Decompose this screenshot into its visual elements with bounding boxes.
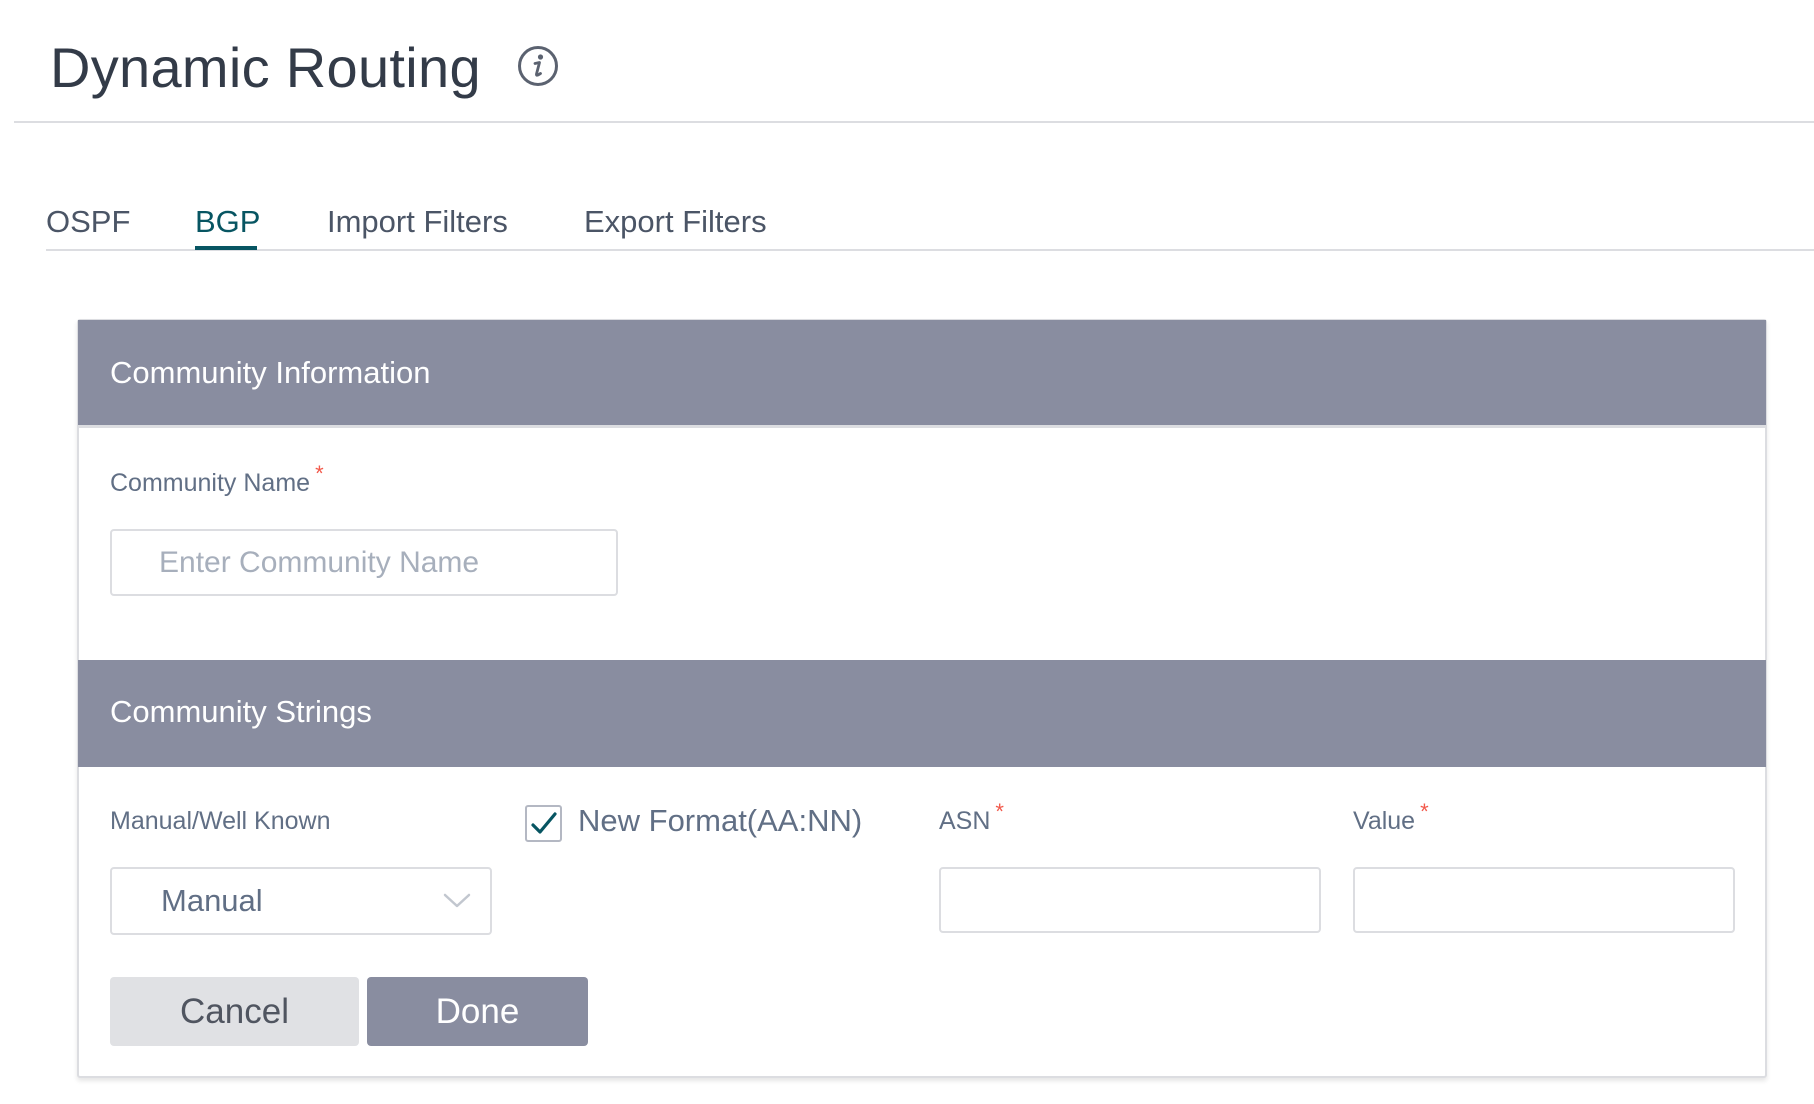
- required-marker: *: [315, 461, 324, 486]
- info-circle-icon[interactable]: [517, 45, 559, 87]
- checkmark-icon: [531, 812, 557, 834]
- section-title: Community Information: [110, 355, 431, 390]
- label-text: Value: [1353, 807, 1416, 835]
- asn-label: ASN *: [939, 799, 1004, 837]
- asn-input[interactable]: [939, 867, 1321, 933]
- cancel-button[interactable]: Cancel: [110, 977, 359, 1046]
- active-tab-indicator: [195, 246, 257, 250]
- tab-bgp[interactable]: BGP: [195, 200, 260, 244]
- community-strings-header: Community Strings: [78, 660, 1766, 767]
- manual-well-known-label: Manual/Well Known: [110, 807, 331, 835]
- required-marker: *: [995, 799, 1004, 824]
- done-button[interactable]: Done: [367, 977, 588, 1046]
- page-title: Dynamic Routing: [50, 36, 481, 99]
- value-input[interactable]: [1353, 867, 1735, 933]
- header-divider: [14, 121, 1814, 123]
- chevron-down-icon: [443, 893, 471, 908]
- label-text: Community Name: [110, 469, 311, 497]
- required-marker: *: [1420, 799, 1429, 824]
- value-label: Value *: [1353, 799, 1429, 837]
- label-text: ASN: [939, 807, 991, 835]
- tab-import-filters[interactable]: Import Filters: [327, 200, 508, 244]
- new-format-checkbox[interactable]: [525, 805, 562, 842]
- tab-ospf[interactable]: OSPF: [46, 200, 130, 244]
- community-information-header: Community Information: [78, 320, 1766, 428]
- community-name-label: Community Name *: [110, 461, 324, 499]
- new-format-label[interactable]: New Format(AA:NN): [578, 800, 862, 842]
- section-title: Community Strings: [110, 694, 372, 729]
- tab-export-filters[interactable]: Export Filters: [584, 200, 767, 244]
- selected-value: Manual: [161, 883, 263, 918]
- tabs-divider: [46, 249, 1814, 251]
- community-name-input[interactable]: [110, 529, 618, 596]
- manual-well-known-select[interactable]: Manual: [110, 867, 492, 935]
